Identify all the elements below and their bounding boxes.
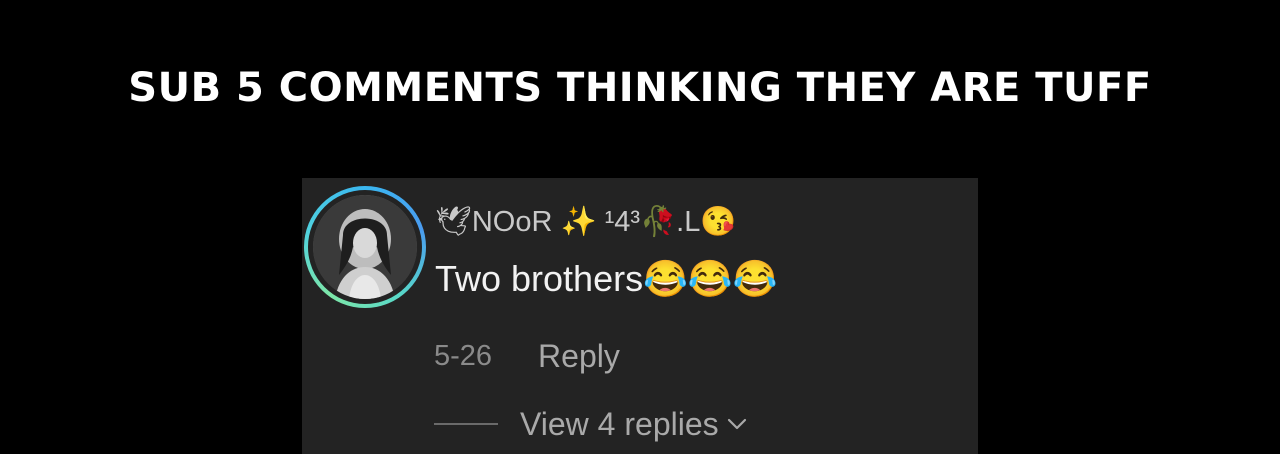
comment-date: 5-26 [434, 339, 493, 372]
page: SUB 5 COMMENTS THINKING THEY ARE TUFF 🕊N… [0, 0, 1280, 454]
avatar-photo-icon [313, 195, 417, 299]
view-replies-label: View 4 replies [520, 405, 719, 442]
reply-button[interactable]: Reply [538, 338, 620, 375]
comment-username[interactable]: 🕊NOoR ✨ ¹4³🥀.L😘 [435, 202, 736, 242]
avatar[interactable] [313, 195, 417, 299]
chevron-down-icon [727, 417, 747, 431]
comment-text: Two brothers😂😂😂 [435, 258, 778, 299]
comment-card: 🕊NOoR ✨ ¹4³🥀.L😘 Two brothers😂😂😂 5-26 Rep… [302, 178, 978, 454]
comment-meta-row: 5-26 Reply [434, 334, 620, 378]
view-replies-button[interactable]: View 4 replies [434, 402, 747, 446]
headline-caption: SUB 5 COMMENTS THINKING THEY ARE TUFF [128, 65, 1152, 111]
avatar-ring-gap [308, 190, 422, 304]
avatar-story-ring[interactable] [304, 186, 426, 308]
replies-divider-line [434, 423, 498, 425]
